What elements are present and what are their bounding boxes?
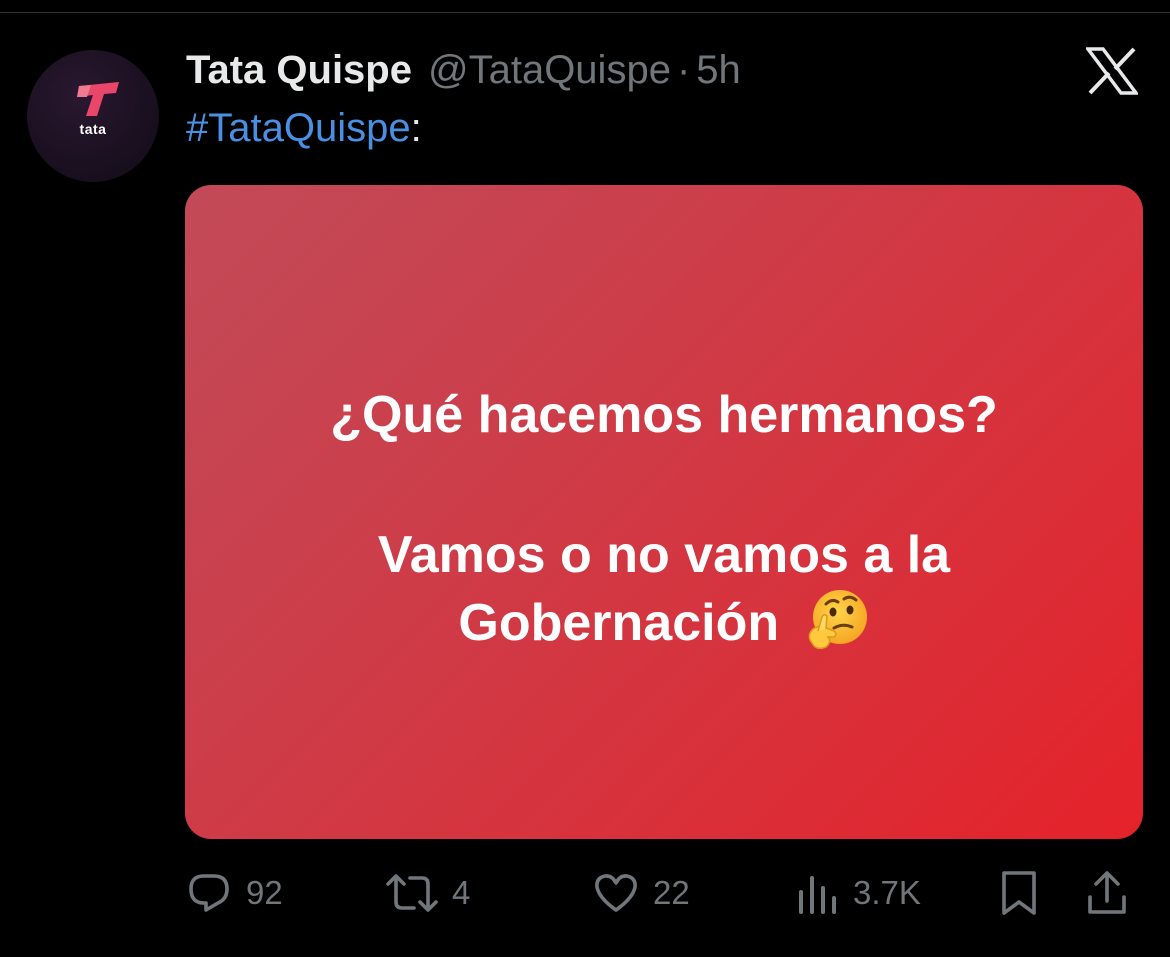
tweet-text: #TataQuispe: <box>186 106 422 151</box>
hashtag-link[interactable]: #TataQuispe <box>186 106 411 150</box>
bookmark-icon <box>1002 871 1036 915</box>
views-button[interactable]: 3.7K <box>797 867 921 919</box>
timestamp[interactable]: 5h <box>696 48 741 93</box>
repost-button[interactable]: 4 <box>386 867 470 919</box>
display-name[interactable]: Tata Quispe <box>186 48 412 93</box>
thinking-face-icon <box>804 587 870 653</box>
media-line-2: Vamos o no vamos a la <box>377 526 951 584</box>
views-count: 3.7K <box>853 874 921 911</box>
share-button[interactable] <box>1086 867 1128 919</box>
media-line-3-text: Gobernación <box>458 594 780 652</box>
share-icon <box>1088 871 1126 914</box>
avatar-label: tata <box>79 121 107 137</box>
bookmark-button[interactable] <box>999 867 1039 919</box>
x-logo-icon <box>1084 47 1140 95</box>
top-divider <box>0 12 1170 13</box>
views-icon <box>799 876 836 914</box>
repost-icon <box>386 874 438 912</box>
tweet-text-colon: : <box>410 106 422 150</box>
user-handle[interactable]: @TataQuispe <box>428 48 671 93</box>
like-icon <box>595 874 637 912</box>
reply-icon <box>189 874 229 912</box>
tweet-header: Tata Quispe @TataQuispe · 5h <box>186 48 741 94</box>
media-line-3: Gobernación <box>185 590 1143 659</box>
media-image[interactable]: ¿Qué hacemos hermanos? Vamos o no vamos … <box>185 185 1143 839</box>
reply-count: 92 <box>246 874 283 911</box>
like-count: 22 <box>653 874 690 911</box>
separator-dot: · <box>676 48 691 92</box>
repost-count: 4 <box>452 874 471 911</box>
reply-button[interactable]: 92 <box>186 867 283 919</box>
avatar[interactable]: tata <box>27 50 159 182</box>
like-button[interactable]: 22 <box>593 867 690 919</box>
action-bar: 92 4 22 3.7K <box>0 867 1170 919</box>
media-line-1: ¿Qué hacemos hermanos? <box>330 386 998 444</box>
tata-logo-icon <box>77 82 119 116</box>
